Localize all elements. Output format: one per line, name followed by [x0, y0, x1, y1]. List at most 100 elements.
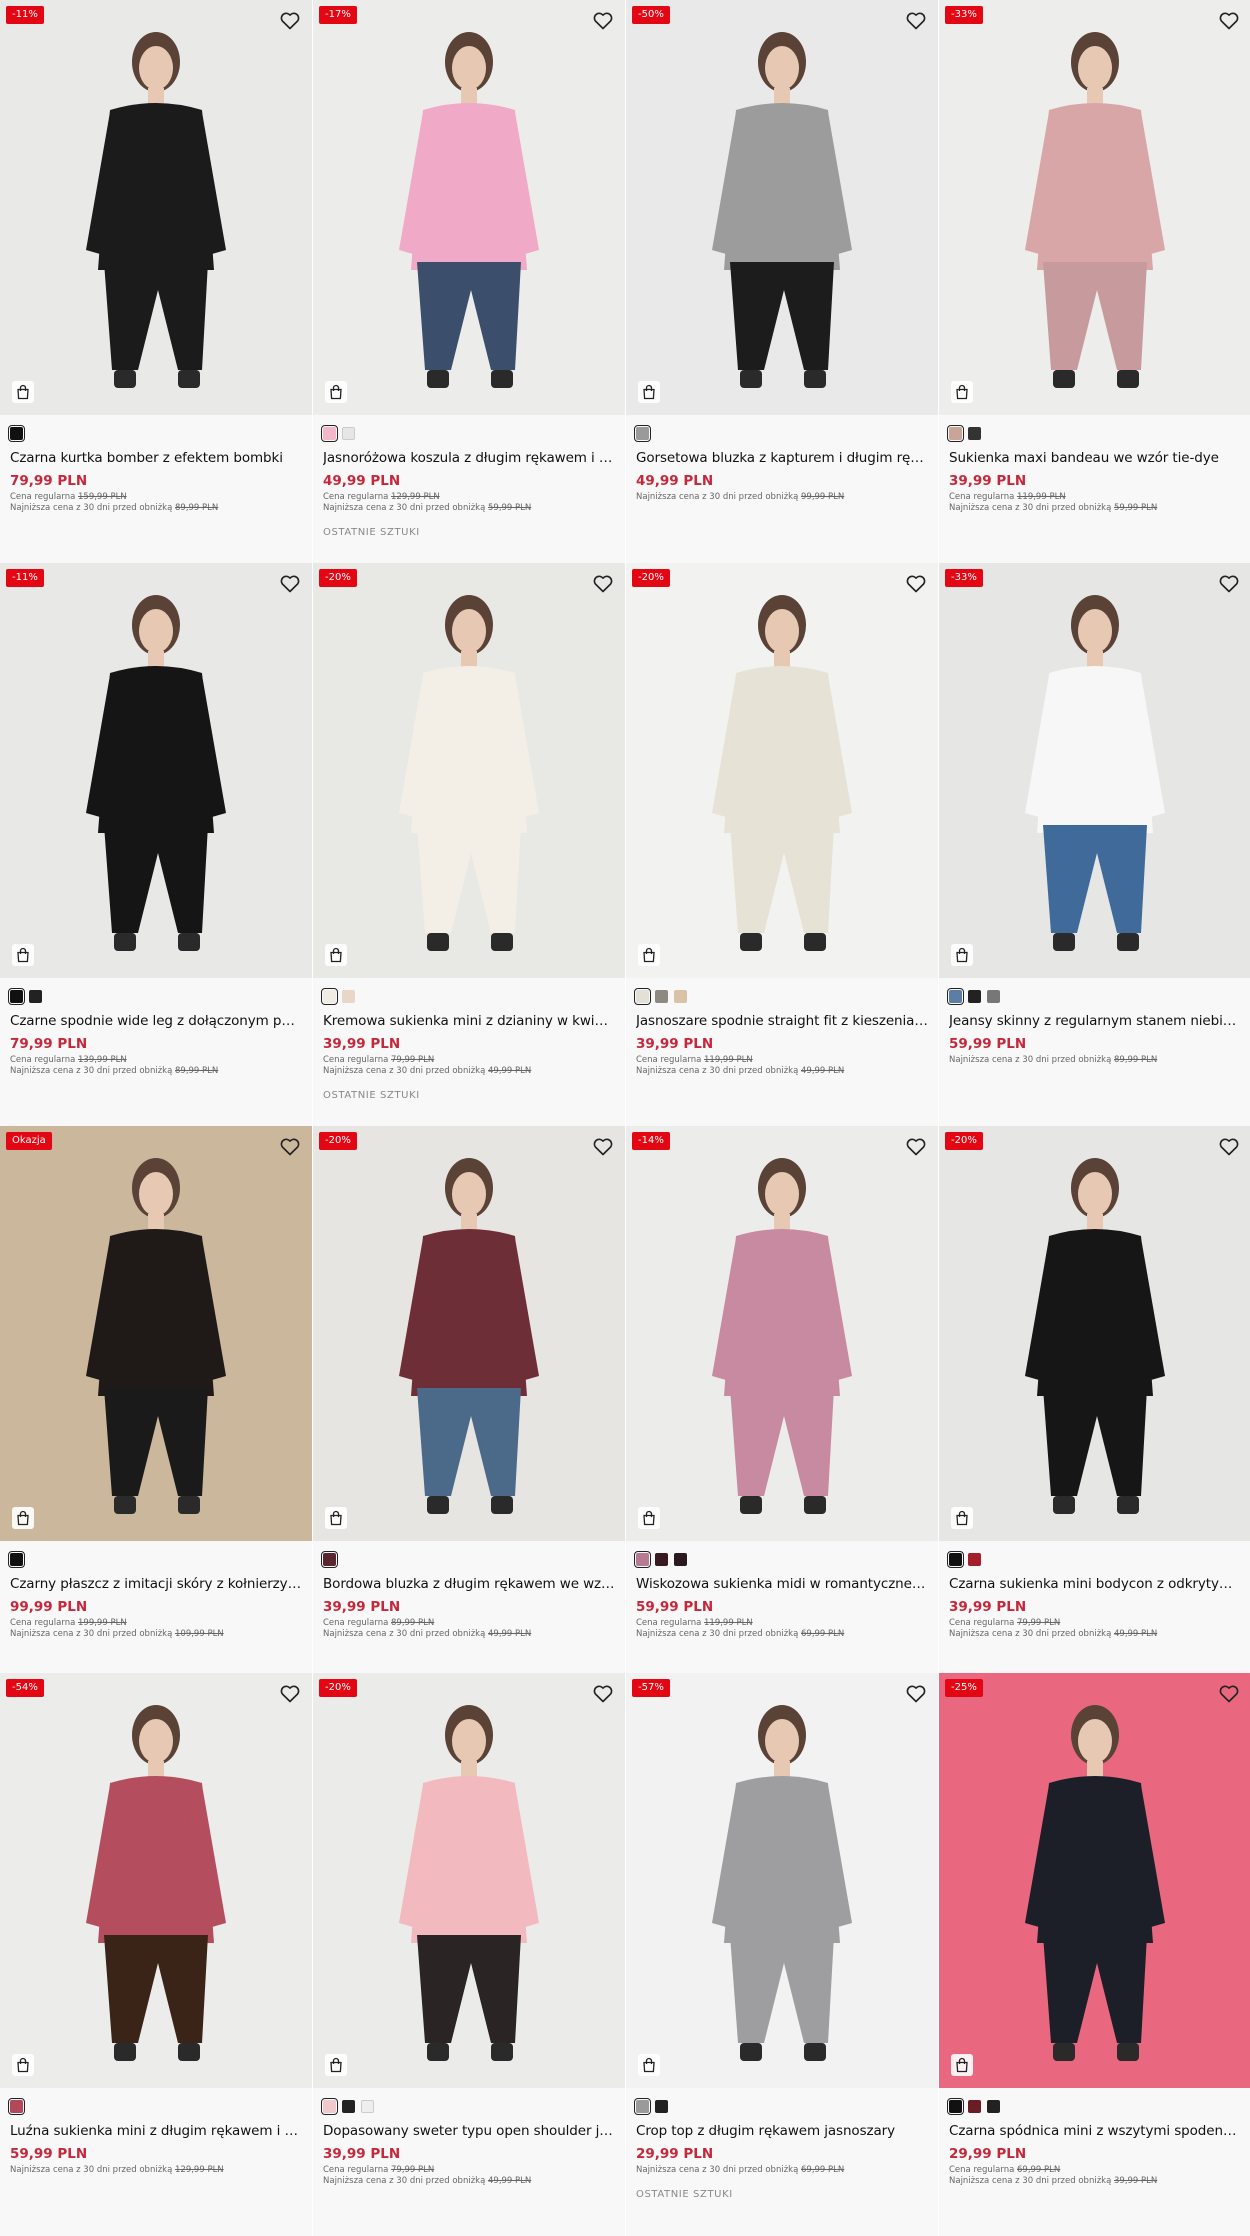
product-image[interactable]: Okazja [0, 1126, 312, 1541]
product-name[interactable]: Sukienka maxi bandeau we wzór tie-dye [949, 450, 1241, 466]
heart-icon[interactable] [906, 1685, 926, 1703]
product-image[interactable]: -33% [939, 563, 1250, 978]
product-name[interactable]: Kremowa sukienka mini z dzianiny w kwiat… [323, 1013, 615, 1029]
heart-icon[interactable] [1219, 575, 1239, 593]
product-name[interactable]: Gorsetowa bluzka z kapturem i długim ręk… [636, 450, 928, 466]
color-swatch[interactable] [634, 2098, 651, 2115]
color-swatch[interactable] [634, 425, 651, 442]
color-swatch[interactable] [968, 990, 981, 1003]
color-swatch[interactable] [321, 425, 338, 442]
color-swatch[interactable] [655, 990, 668, 1003]
product-image[interactable]: -50% [626, 0, 938, 415]
heart-icon[interactable] [593, 12, 613, 30]
heart-icon[interactable] [906, 1138, 926, 1156]
product-image[interactable]: -54% [0, 1673, 312, 2088]
heart-icon[interactable] [593, 575, 613, 593]
color-swatch[interactable] [947, 425, 964, 442]
add-to-bag-icon[interactable] [325, 1507, 347, 1529]
product-name[interactable]: Czarna kurtka bomber z efektem bombki [10, 450, 302, 466]
color-swatch[interactable] [674, 1553, 687, 1566]
heart-icon[interactable] [1219, 1138, 1239, 1156]
lowest-price-value: 109,99 PLN [175, 1629, 224, 1639]
color-swatch[interactable] [8, 1551, 25, 1568]
heart-icon[interactable] [280, 575, 300, 593]
add-to-bag-icon[interactable] [951, 2054, 973, 2076]
add-to-bag-icon[interactable] [951, 381, 973, 403]
color-swatch[interactable] [342, 2100, 355, 2113]
product-image[interactable]: -11% [0, 563, 312, 978]
product-name[interactable]: Wiskozowa sukienka midi w romantyczne k.… [636, 1576, 928, 1592]
heart-icon[interactable] [1219, 12, 1239, 30]
product-image[interactable]: -25% [939, 1673, 1250, 2088]
add-to-bag-icon[interactable] [638, 381, 660, 403]
product-name[interactable]: Czarna spódnica mini z wszytymi spodenka… [949, 2123, 1241, 2139]
product-image[interactable]: -17% [313, 0, 625, 415]
add-to-bag-icon[interactable] [12, 381, 34, 403]
heart-icon[interactable] [593, 1138, 613, 1156]
color-swatch[interactable] [321, 988, 338, 1005]
color-swatches [321, 1551, 615, 1568]
add-to-bag-icon[interactable] [12, 2054, 34, 2076]
product-name[interactable]: Luźna sukienka mini z długim rękawem i h… [10, 2123, 302, 2139]
color-swatch[interactable] [947, 988, 964, 1005]
heart-icon[interactable] [280, 1685, 300, 1703]
add-to-bag-icon[interactable] [12, 1507, 34, 1529]
color-swatch[interactable] [8, 988, 25, 1005]
color-swatch[interactable] [634, 988, 651, 1005]
color-swatch[interactable] [634, 1551, 651, 1568]
color-swatch[interactable] [321, 1551, 338, 1568]
color-swatch[interactable] [342, 427, 355, 440]
color-swatch[interactable] [968, 1553, 981, 1566]
product-name[interactable]: Bordowa bluzka z długim rękawem we wzór.… [323, 1576, 615, 1592]
color-swatch[interactable] [8, 2098, 25, 2115]
product-image[interactable]: -20% [939, 1126, 1250, 1541]
color-swatch[interactable] [674, 990, 687, 1003]
color-swatch[interactable] [947, 2098, 964, 2115]
product-name[interactable]: Jeansy skinny z regularnym stanem niebie… [949, 1013, 1241, 1029]
color-swatch[interactable] [968, 2100, 981, 2113]
add-to-bag-icon[interactable] [638, 2054, 660, 2076]
color-swatch[interactable] [968, 427, 981, 440]
add-to-bag-icon[interactable] [325, 944, 347, 966]
product-image[interactable]: -14% [626, 1126, 938, 1541]
heart-icon[interactable] [906, 12, 926, 30]
product-name[interactable]: Czarna sukienka mini bodycon z odkrytym … [949, 1576, 1241, 1592]
color-swatch[interactable] [29, 990, 42, 1003]
product-name[interactable]: Dopasowany sweter typu open shoulder jas… [323, 2123, 615, 2139]
product-name[interactable]: Czarny płaszcz z imitacji skóry z kołnie… [10, 1576, 302, 1592]
color-swatch[interactable] [361, 2100, 374, 2113]
color-swatch[interactable] [321, 2098, 338, 2115]
color-swatch[interactable] [655, 1553, 668, 1566]
color-swatch[interactable] [342, 990, 355, 1003]
heart-icon[interactable] [1219, 1685, 1239, 1703]
product-name[interactable]: Crop top z długim rękawem jasnoszary [636, 2123, 928, 2139]
add-to-bag-icon[interactable] [951, 1507, 973, 1529]
product-image[interactable]: -20% [313, 1673, 625, 2088]
color-swatches [8, 425, 302, 442]
color-swatch[interactable] [655, 2100, 668, 2113]
heart-icon[interactable] [593, 1685, 613, 1703]
lowest-price-line: Najniższa cena z 30 dni przed obniżką 69… [636, 1629, 928, 1640]
add-to-bag-icon[interactable] [951, 944, 973, 966]
product-image[interactable]: -11% [0, 0, 312, 415]
product-name[interactable]: Jasnoróżowa koszula z długim rękawem i h… [323, 450, 615, 466]
heart-icon[interactable] [280, 12, 300, 30]
add-to-bag-icon[interactable] [325, 2054, 347, 2076]
product-image[interactable]: -20% [313, 1126, 625, 1541]
product-image[interactable]: -33% [939, 0, 1250, 415]
product-image[interactable]: -57% [626, 1673, 938, 2088]
product-name[interactable]: Czarne spodnie wide leg z dołączonym pas… [10, 1013, 302, 1029]
heart-icon[interactable] [280, 1138, 300, 1156]
product-image[interactable]: -20% [313, 563, 625, 978]
color-swatch[interactable] [987, 990, 1000, 1003]
color-swatch[interactable] [947, 1551, 964, 1568]
add-to-bag-icon[interactable] [638, 944, 660, 966]
add-to-bag-icon[interactable] [325, 381, 347, 403]
heart-icon[interactable] [906, 575, 926, 593]
add-to-bag-icon[interactable] [12, 944, 34, 966]
color-swatch[interactable] [987, 2100, 1000, 2113]
color-swatch[interactable] [8, 425, 25, 442]
product-name[interactable]: Jasnoszare spodnie straight fit z kiesze… [636, 1013, 928, 1029]
product-image[interactable]: -20% [626, 563, 938, 978]
add-to-bag-icon[interactable] [638, 1507, 660, 1529]
